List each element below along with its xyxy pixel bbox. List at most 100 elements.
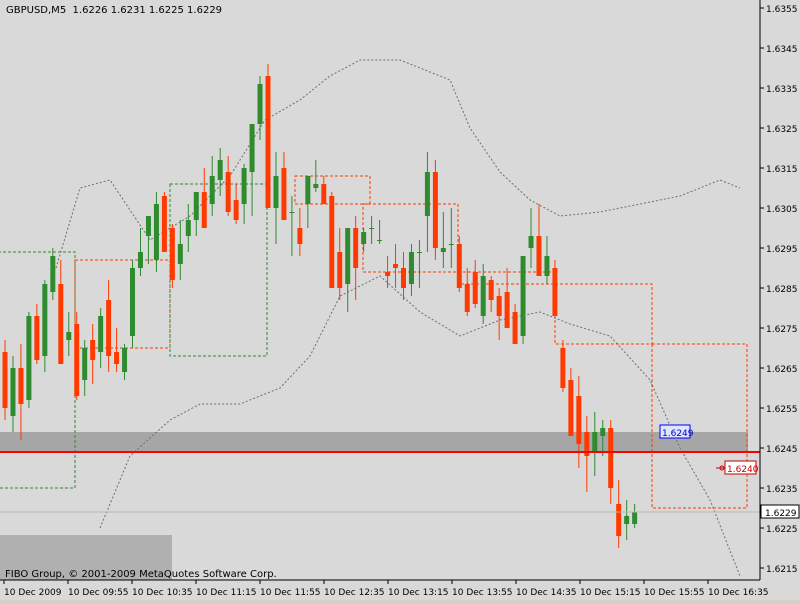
candle-body [616, 504, 622, 536]
candle-body [401, 268, 406, 288]
candle-body [114, 352, 120, 364]
x-tick-label: 10 Dec 11:15 [196, 588, 257, 598]
candle-body [185, 220, 191, 236]
candle-body [2, 352, 8, 408]
y-tick-label: 1.6315 [766, 165, 798, 175]
candle-body [632, 512, 638, 524]
y-axis: 1.6355 1.6345 1.6335 1.6325 1.6315 1.6305 1.62… [760, 5, 800, 575]
candle-body [313, 184, 319, 188]
y-tick-label: 1.6245 [766, 445, 798, 455]
candle-body [464, 284, 470, 312]
resistance-zone [0, 432, 748, 452]
y-tick-label: 1.6355 [766, 5, 798, 15]
candle-body [82, 348, 88, 380]
candle-body [10, 368, 16, 416]
candle-body [552, 268, 558, 316]
candle-body [249, 124, 255, 172]
candle-body [169, 228, 175, 280]
candle-body [496, 296, 502, 316]
candle-body [377, 240, 383, 241]
candle-body [130, 268, 136, 336]
candle-body [122, 348, 128, 372]
candle-body [177, 244, 183, 264]
y-tick-label: 1.6255 [766, 405, 798, 415]
chart-window: 1.6249 1.6240 1.6355 1.6345 1.6335 1.6325 1.6… [0, 0, 800, 600]
candle-body [600, 428, 606, 436]
candle-body [424, 172, 430, 216]
candle-body [225, 172, 231, 212]
x-tick-label: 10 Dec 11:55 [260, 588, 321, 598]
candle-body [456, 244, 462, 288]
candle-body [201, 192, 207, 228]
y-tick-label: 1.6235 [766, 485, 798, 495]
candle-body [440, 248, 446, 252]
candle-body [153, 204, 159, 260]
candle-body [34, 316, 40, 360]
candle-body [289, 212, 295, 213]
x-tick-label: 10 Dec 13:55 [452, 588, 513, 598]
candle-body [568, 380, 574, 436]
candle-body [26, 316, 32, 400]
candle-body [385, 272, 391, 276]
y-tick-label: 1.6265 [766, 365, 798, 375]
candle-body [480, 276, 486, 316]
candle-body [488, 280, 494, 300]
candlestick-chart: 1.62491.6240 1.63551.63451.63351.63251.6… [0, 0, 800, 600]
copyright-text: FIBO Group, © 2001-2009 MetaQuotes Softw… [5, 569, 277, 580]
candle-body [58, 284, 64, 364]
candle-body [624, 516, 630, 524]
candle-body [50, 256, 56, 292]
candle-body [329, 196, 335, 288]
candle-body [137, 252, 143, 268]
x-tick-label: 10 Dec 15:55 [644, 588, 705, 598]
y-tick-label: 1.6285 [766, 285, 798, 295]
candle-body [528, 236, 534, 248]
chart-background [0, 0, 800, 600]
candle-body [145, 216, 151, 236]
y-tick-label: 1.6295 [766, 245, 798, 255]
x-tick-label: 10 Dec 14:35 [516, 588, 577, 598]
candle-body [74, 324, 80, 396]
price-tag-red: 1.6240 [727, 465, 759, 475]
ohlc-values: 1.6226 1.6231 1.6225 1.6229 [72, 5, 223, 16]
candle-body [560, 348, 566, 388]
candle-body [520, 256, 526, 336]
y-tick-label: 1.6215 [766, 565, 798, 575]
candle-body [512, 312, 518, 344]
candle-body [233, 200, 239, 220]
candle-body [337, 252, 343, 288]
candle-body [345, 228, 351, 284]
x-tick-label: 10 Dec 13:15 [388, 588, 449, 598]
candle-body [265, 76, 271, 208]
candle-body [193, 192, 199, 220]
candle-body [448, 244, 454, 245]
candle-body [432, 172, 438, 248]
y-tick-label: 1.6275 [766, 325, 798, 335]
candle-body [416, 252, 422, 253]
candle-body [321, 184, 327, 204]
x-tick-label: 10 Dec 12:35 [324, 588, 385, 598]
candle-body [106, 300, 112, 356]
symbol-label: GBPUSD,M5 [6, 5, 67, 16]
y-tick-label: 1.6345 [766, 45, 798, 55]
candle-body [217, 160, 223, 180]
candle-body [281, 168, 287, 220]
candle-body [544, 256, 550, 276]
candle-body [241, 168, 247, 204]
candle-body [98, 316, 104, 352]
candle-body [536, 236, 542, 276]
x-tick-label: 10 Dec 16:35 [708, 588, 769, 598]
candle-body [297, 228, 303, 244]
candle-body [90, 340, 96, 360]
candle-body [257, 84, 263, 124]
candle-body [273, 176, 279, 208]
candle-body [393, 264, 399, 268]
candle-body [361, 232, 367, 244]
candle-body [504, 292, 510, 328]
candle-body [576, 396, 582, 444]
candle-body [42, 284, 48, 356]
y-tick-label: 1.6335 [766, 85, 798, 95]
candle-body [608, 428, 614, 488]
x-tick-label: 10 Dec 09:55 [68, 588, 129, 598]
candle-body [305, 176, 311, 204]
